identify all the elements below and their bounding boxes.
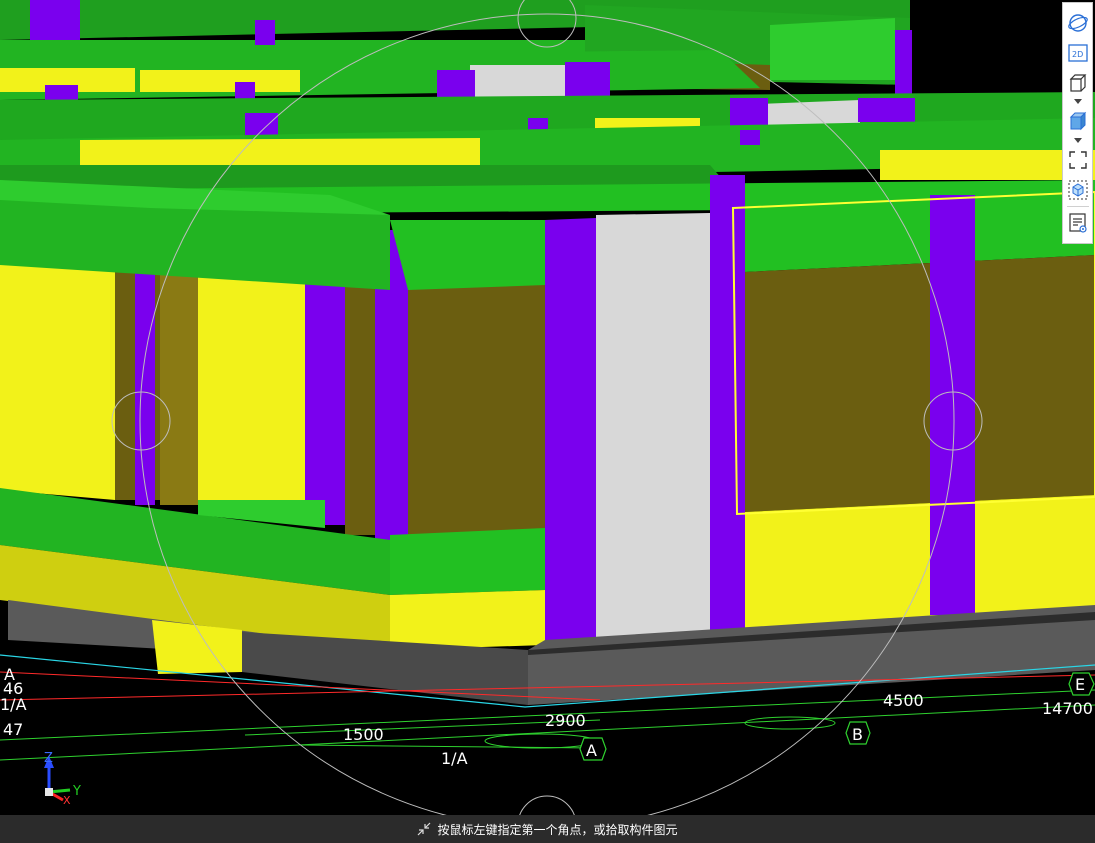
view-3d-button[interactable] [1066,71,1090,95]
collapse-arrows-icon [417,822,431,836]
grid-bubble-e-label: E [1075,675,1085,694]
status-message: 按鼠标左键指定第一个角点，或拾取构件图元 [437,822,678,837]
slab [140,70,300,92]
chevron-down-icon[interactable] [1074,138,1082,144]
wall [408,285,545,535]
dim-label-2900: 2900 [545,711,586,730]
chevron-down-icon[interactable] [1074,99,1082,105]
wall [160,250,200,505]
view-3d-box-icon [1069,74,1087,92]
wall-light [596,213,710,637]
view-toolbar: 2D [1062,2,1093,244]
axis-label-1A: 1/A [441,749,468,768]
column [740,130,760,145]
grid-bubble-ring [484,733,596,749]
left-label-1A: 1/A [0,695,27,714]
column [930,195,975,615]
properties-icon [1069,213,1087,233]
status-bar: 按鼠标左键指定第一个角点，或拾取构件图元 [0,815,1095,843]
full-extent-icon [1069,151,1087,169]
y-axis-label: Y [72,784,81,799]
grid-bubble-ring [744,716,836,730]
z-axis-label: Z [44,751,53,766]
left-label-A: A [4,665,15,684]
dim-label-4500: 4500 [883,691,924,710]
orbit-handle-bottom[interactable] [518,795,576,815]
orbit-button[interactable] [1066,11,1090,35]
column [565,62,610,100]
zoom-extent-button[interactable] [1066,148,1090,172]
x-axis-label: X [63,794,71,807]
view-2d-icon: 2D [1068,44,1088,62]
grid-bubble-a-label: A [586,741,597,760]
column [30,0,80,40]
column [895,30,912,96]
model-3d-scene[interactable]: 1500 2900 4500 14700 1/A 46 1/A 47 A A B… [0,0,1095,815]
dim-label-14700: 14700 [1042,699,1093,718]
toolbar-divider [1067,206,1089,207]
roof-block-face [770,18,895,80]
column [710,175,745,632]
column [255,20,275,45]
column [858,98,915,122]
column [305,280,345,525]
properties-button[interactable] [1066,211,1090,235]
model-viewport[interactable]: 1500 2900 4500 14700 1/A 46 1/A 47 A A B… [0,0,1095,815]
dim-label-1500: 1500 [343,725,384,744]
exterior-wall [745,495,1095,628]
view-2d-button[interactable]: 2D [1066,41,1090,65]
exterior-wall [198,260,305,505]
orbit-icon [1068,14,1088,32]
axis-triad: Z Y X [44,751,81,807]
grid-bubble-b-label: B [852,725,863,744]
column [545,218,596,640]
slab [390,590,545,650]
beam [390,220,545,290]
solid-box-icon [1069,111,1087,131]
axis-origin [45,788,53,796]
beam [390,528,545,595]
wall [345,285,375,535]
local-3d-button[interactable] [1066,178,1090,202]
shaded-view-button[interactable] [1066,109,1090,133]
wall [745,255,1095,512]
wall-light [470,65,570,100]
left-label-47: 47 [3,720,23,739]
dashed-cube-icon [1068,180,1088,200]
svg-text:2D: 2D [1072,50,1083,59]
